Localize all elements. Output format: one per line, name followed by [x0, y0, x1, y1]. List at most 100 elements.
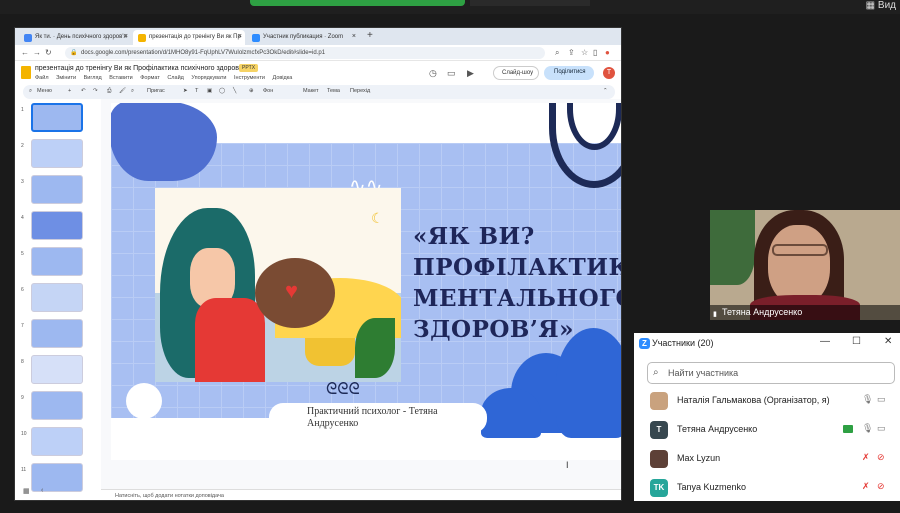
slide-thumbnail-9[interactable] — [31, 391, 83, 420]
zoom-bottom-bar — [0, 501, 900, 513]
add-slide-icon[interactable]: + — [68, 88, 71, 94]
collapse-icon[interactable]: ⌃ — [603, 88, 608, 94]
video-name-label: ▮ Тетяна Андрусенко — [710, 305, 900, 320]
fit-dropdown[interactable]: Пригас — [147, 88, 165, 94]
share-button[interactable]: Поділитися — [544, 66, 594, 80]
comment-icon[interactable]: ▭ — [447, 68, 456, 79]
participant-row[interactable]: T Тетяна Андрусенко 🎙 ▭ — [634, 416, 900, 445]
shape-icon[interactable]: ◯ — [219, 88, 225, 94]
participant-row[interactable]: TK Tanya Kuzmenko ✗ ⊘ — [634, 474, 900, 503]
star-icon[interactable]: ☆ — [581, 48, 588, 57]
textbox-icon[interactable]: T — [195, 88, 198, 94]
theme-button[interactable]: Тема — [327, 88, 340, 94]
zoom-icon[interactable]: ⌕ — [131, 88, 134, 95]
camera-icon[interactable]: ▭ — [877, 423, 886, 434]
search-icon[interactable]: ⌕ — [555, 48, 559, 58]
avatar[interactable]: T — [603, 67, 615, 79]
slide-thumbnail-2[interactable] — [31, 139, 83, 168]
mic-muted-icon[interactable]: ✗ — [862, 481, 870, 492]
participant-row[interactable]: Max Lyzun ✗ ⊘ — [634, 445, 900, 474]
paint-format-icon[interactable]: 🖌 — [119, 88, 126, 94]
search-menus-icon[interactable]: ⌕ — [29, 88, 32, 95]
minimize-icon[interactable]: — — [820, 336, 830, 347]
mic-muted-icon[interactable]: ✗ — [862, 452, 870, 463]
participant-name: Наталія Гальмакова (Організатор, я) — [677, 395, 830, 405]
sharing-indicator[interactable] — [250, 0, 465, 6]
menu-arrange[interactable]: Упорядкувати — [191, 75, 226, 81]
view-button[interactable]: ▦ Вид — [866, 0, 896, 11]
share-icon[interactable]: ⇪ — [568, 48, 575, 57]
camera-off-icon[interactable]: ⊘ — [877, 452, 885, 463]
tab-1[interactable]: Як ти. · День психічного здоров'я × — [19, 30, 131, 45]
participant-search-input[interactable]: ⌕ Найти участника — [647, 362, 895, 384]
tab-2[interactable]: презентація до тренінгу Ви як Пр × — [133, 30, 245, 45]
slide-thumbnail-5[interactable] — [31, 247, 83, 276]
close-icon[interactable]: ✕ — [884, 336, 892, 347]
document-title[interactable]: презентація до тренінгу Ви як Профілакти… — [35, 65, 244, 72]
slide-illustration[interactable]: ♥ ☾ — [155, 188, 401, 382]
redo-icon[interactable]: ↷ — [93, 88, 98, 94]
slide-thumbnail-7[interactable] — [31, 319, 83, 348]
mic-icon[interactable]: 🎙 — [862, 423, 873, 434]
menus-search[interactable]: Меню — [37, 88, 52, 94]
close-icon[interactable]: × — [124, 33, 128, 40]
maximize-icon[interactable]: ☐ — [852, 336, 861, 347]
sharing-toolbar[interactable] — [470, 0, 590, 6]
slide-subtitle[interactable]: Практичний психолог - Тетяна Андрусенко — [307, 406, 477, 430]
undo-icon[interactable]: ↶ — [81, 88, 86, 94]
participant-row[interactable]: Наталія Гальмакова (Організатор, я) 🎙 ▭ — [634, 387, 900, 416]
chevron-left-icon[interactable]: ‹ — [41, 487, 43, 494]
slideshow-button[interactable]: Слайд-шоу — [493, 66, 539, 80]
mic-icon[interactable]: 🎙 — [862, 394, 873, 405]
line-icon[interactable]: ╲ — [233, 88, 236, 94]
slide-thumbnail-6[interactable] — [31, 283, 83, 312]
slide-filmstrip[interactable]: 1 2 3 4 5 6 7 8 9 10 11 ▦ ‹ — [15, 99, 99, 500]
slide-thumbnail-11[interactable] — [31, 463, 83, 492]
close-icon[interactable]: × — [352, 33, 356, 40]
menu-format[interactable]: Формат — [140, 75, 160, 81]
slide-title[interactable]: «ЯК ВИ? ПРОФІЛАКТИКА МЕНТАЛЬНОГО ЗДОРОВ’… — [413, 221, 621, 345]
camera-icon[interactable]: ▭ — [877, 394, 886, 405]
menu-file[interactable]: Файл — [35, 75, 49, 81]
video-icon[interactable]: ▶ — [467, 68, 474, 79]
tab-label: Як ти. · День психічного здоров'я — [35, 34, 127, 40]
slide-thumbnail-8[interactable] — [31, 355, 83, 384]
menu-help[interactable]: Довідка — [273, 75, 293, 81]
camera-off-icon[interactable]: ⊘ — [877, 481, 885, 492]
slide-thumbnail-3[interactable] — [31, 175, 83, 204]
speaker-notes[interactable]: Натисніть, щоб додати нотатки доповідача — [101, 489, 621, 500]
slide-thumbnail-10[interactable] — [31, 427, 83, 456]
print-icon[interactable]: ⎙ — [107, 88, 111, 95]
grid-view-icon[interactable]: ▦ — [23, 487, 30, 495]
background-button[interactable]: Фон — [263, 88, 273, 94]
menu-view[interactable]: Вигляд — [84, 75, 102, 81]
comment-add-icon[interactable]: ⊕ — [249, 88, 254, 94]
close-icon[interactable]: × — [238, 33, 242, 40]
slides-logo-icon[interactable] — [21, 66, 31, 79]
url-field[interactable]: 🔒 docs.google.com/presentation/d/1MHO8y9… — [65, 47, 545, 59]
back-icon[interactable]: ← — [21, 48, 29, 57]
image-icon[interactable]: ▣ — [207, 88, 212, 94]
extensions-icon[interactable]: ▯ — [593, 48, 597, 57]
slide-thumbnail-4[interactable] — [31, 211, 83, 240]
reload-icon[interactable]: ↻ — [45, 48, 52, 57]
menu-insert[interactable]: Вставити — [109, 75, 133, 81]
tab-3[interactable]: Участник публикация · Zoom × — [247, 30, 359, 45]
new-tab-button[interactable]: + — [367, 30, 373, 41]
menu-edit[interactable]: Змінити — [56, 75, 76, 81]
layout-button[interactable]: Макет — [303, 88, 319, 94]
forward-icon[interactable]: → — [33, 48, 41, 57]
transition-button[interactable]: Перехід — [350, 88, 370, 94]
profile-icon[interactable]: ● — [605, 48, 610, 57]
history-icon[interactable]: ◷ — [429, 68, 437, 79]
grid-view-icon: ▦ — [865, 0, 878, 11]
slide[interactable]: ∿∿ ♥ ☾ ᘓᘓᘓ «ЯК ВИ? ПРОФІЛАКТИКА МЕНТАЛЬН… — [111, 103, 621, 460]
menu-tools[interactable]: Інструменти — [234, 75, 265, 81]
menu-slide[interactable]: Слайд — [167, 75, 184, 81]
cursor-icon[interactable]: ➤ — [183, 88, 188, 94]
slide-canvas[interactable]: ∿∿ ♥ ☾ ᘓᘓᘓ «ЯК ВИ? ПРОФІЛАКТИКА МЕНТАЛЬН… — [101, 99, 621, 489]
video-tile[interactable]: ▮ Тетяна Андрусенко — [710, 210, 900, 320]
slide-thumbnail-1[interactable] — [31, 103, 83, 132]
slide-number: 4 — [21, 215, 24, 221]
share-screen-icon — [843, 425, 853, 433]
